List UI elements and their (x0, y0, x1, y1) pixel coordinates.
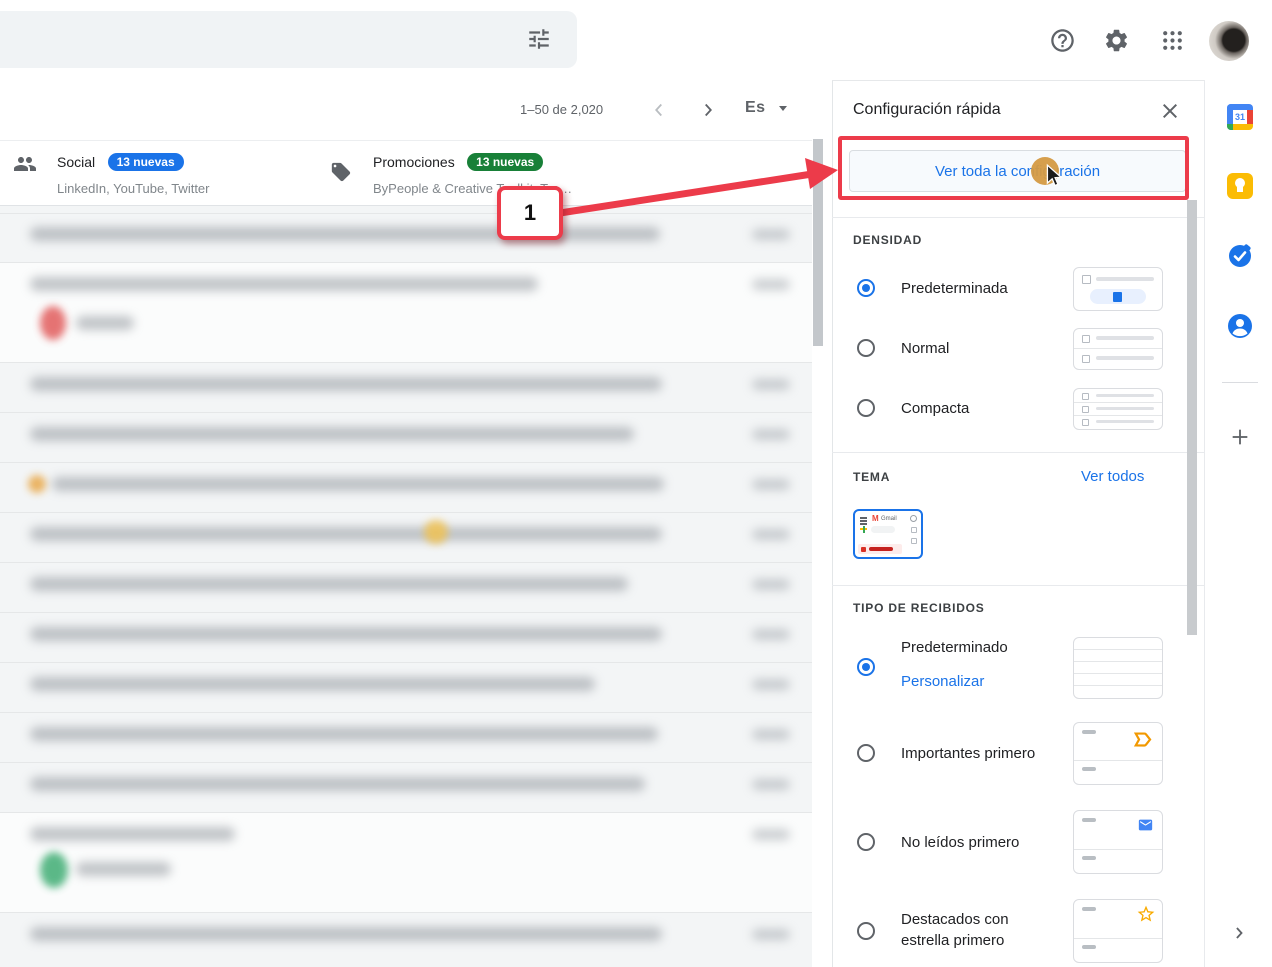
inbox-type-section-title: TIPO DE RECIBIDOS (853, 601, 985, 615)
radio-inbox-important-first[interactable] (857, 744, 875, 762)
search-input[interactable] (0, 29, 412, 51)
star-icon (1136, 904, 1156, 929)
density-default-thumbnail (1073, 267, 1163, 311)
radio-density-compact[interactable] (857, 399, 875, 417)
mini-search-icon (910, 515, 917, 522)
tab-social-label: Social (57, 154, 96, 170)
input-language-selector[interactable]: Es (745, 99, 766, 117)
tab-promotions-subtitle: ByPeople & Creative Toolkit, Tra… (373, 181, 573, 196)
category-tabs-row (0, 140, 817, 206)
search-bar[interactable] (0, 11, 577, 68)
email-list-scrollbar-thumb[interactable] (813, 139, 823, 346)
gmail-m-logo: M (872, 514, 879, 523)
radio-density-default[interactable] (857, 279, 875, 297)
addons-sidebar (1204, 80, 1272, 967)
theme-thumbnail[interactable]: M Gmail (853, 509, 923, 559)
radio-density-normal[interactable] (857, 339, 875, 357)
inbox-unread-label[interactable]: No leídos primero (901, 834, 1019, 851)
annotation-highlight-rect (838, 136, 1189, 200)
newer-page-chevron-left-icon[interactable] (648, 99, 670, 126)
inbox-unread-thumbnail (1073, 810, 1163, 874)
panel-title: Configuración rápida (853, 101, 1001, 118)
inbox-customize-link[interactable]: Personalizar (901, 673, 984, 690)
density-section-title: DENSIDAD (853, 233, 923, 247)
radio-inbox-default[interactable] (857, 658, 875, 676)
tab-promotions[interactable]: Promociones 13 nuevas (373, 153, 544, 172)
density-default-label[interactable]: Predeterminada (901, 280, 1008, 297)
radio-inbox-unread-first[interactable] (857, 833, 875, 851)
promotions-tag-icon (330, 161, 352, 188)
annotation-step-number: 1 (523, 200, 537, 225)
radio-inbox-starred-first[interactable] (857, 922, 875, 940)
density-normal-label[interactable]: Normal (901, 340, 949, 357)
inbox-starred-label[interactable]: Destacados con estrella primero (901, 909, 1041, 951)
tab-social[interactable]: Social 13 nuevas (57, 153, 184, 172)
inbox-important-label[interactable]: Importantes primero (901, 745, 1035, 762)
keep-icon[interactable] (1227, 173, 1253, 199)
collapse-chevron-right-icon[interactable] (1229, 923, 1249, 948)
attachment-doc-icon (1113, 292, 1122, 302)
sidebar-divider (1222, 382, 1258, 383)
tab-promotions-badge: 13 nuevas (467, 153, 544, 171)
help-icon[interactable] (1049, 27, 1076, 59)
density-compact-label[interactable]: Compacta (901, 400, 969, 417)
close-icon[interactable] (1158, 99, 1184, 125)
inbox-default-label[interactable]: Predeterminado (901, 639, 1008, 656)
contacts-icon[interactable] (1227, 313, 1253, 344)
inbox-default-thumbnail (1073, 637, 1163, 699)
theme-see-all-link[interactable]: Ver todos (1081, 468, 1144, 485)
mouse-cursor-icon (1042, 163, 1068, 194)
calendar-day-label: 31 (1233, 110, 1247, 124)
annotation-step-box: 1 (497, 186, 563, 240)
theme-section-title: TEMA (853, 470, 891, 484)
density-compact-thumbnail (1073, 388, 1163, 430)
unread-envelope-icon (1136, 817, 1155, 838)
hamburger-icon (860, 517, 867, 519)
inbox-important-thumbnail (1073, 722, 1163, 785)
theme-thumb-label: Gmail (881, 516, 897, 522)
density-normal-thumbnail (1073, 328, 1163, 370)
tab-social-badge: 13 nuevas (107, 153, 184, 171)
tab-promotions-label: Promociones (373, 154, 455, 170)
plus-icon[interactable] (1229, 426, 1251, 453)
social-people-icon (13, 152, 37, 181)
panel-scrollbar-thumb[interactable] (1187, 200, 1197, 635)
calendar-icon[interactable]: 31 (1227, 104, 1253, 130)
search-filter-tune-icon[interactable] (526, 26, 552, 57)
avatar[interactable] (1209, 21, 1249, 61)
importance-marker-icon (1133, 731, 1155, 753)
tasks-icon[interactable] (1227, 243, 1253, 274)
tab-social-subtitle: LinkedIn, YouTube, Twitter (57, 181, 210, 196)
settings-gear-icon[interactable] (1103, 27, 1130, 59)
apps-grid-icon[interactable] (1160, 28, 1185, 58)
lang-caret-icon (779, 106, 787, 111)
pagination-count: 1–50 de 2,020 (520, 102, 604, 117)
inbox-starred-thumbnail (1073, 899, 1163, 963)
older-page-chevron-right-icon[interactable] (697, 99, 719, 126)
